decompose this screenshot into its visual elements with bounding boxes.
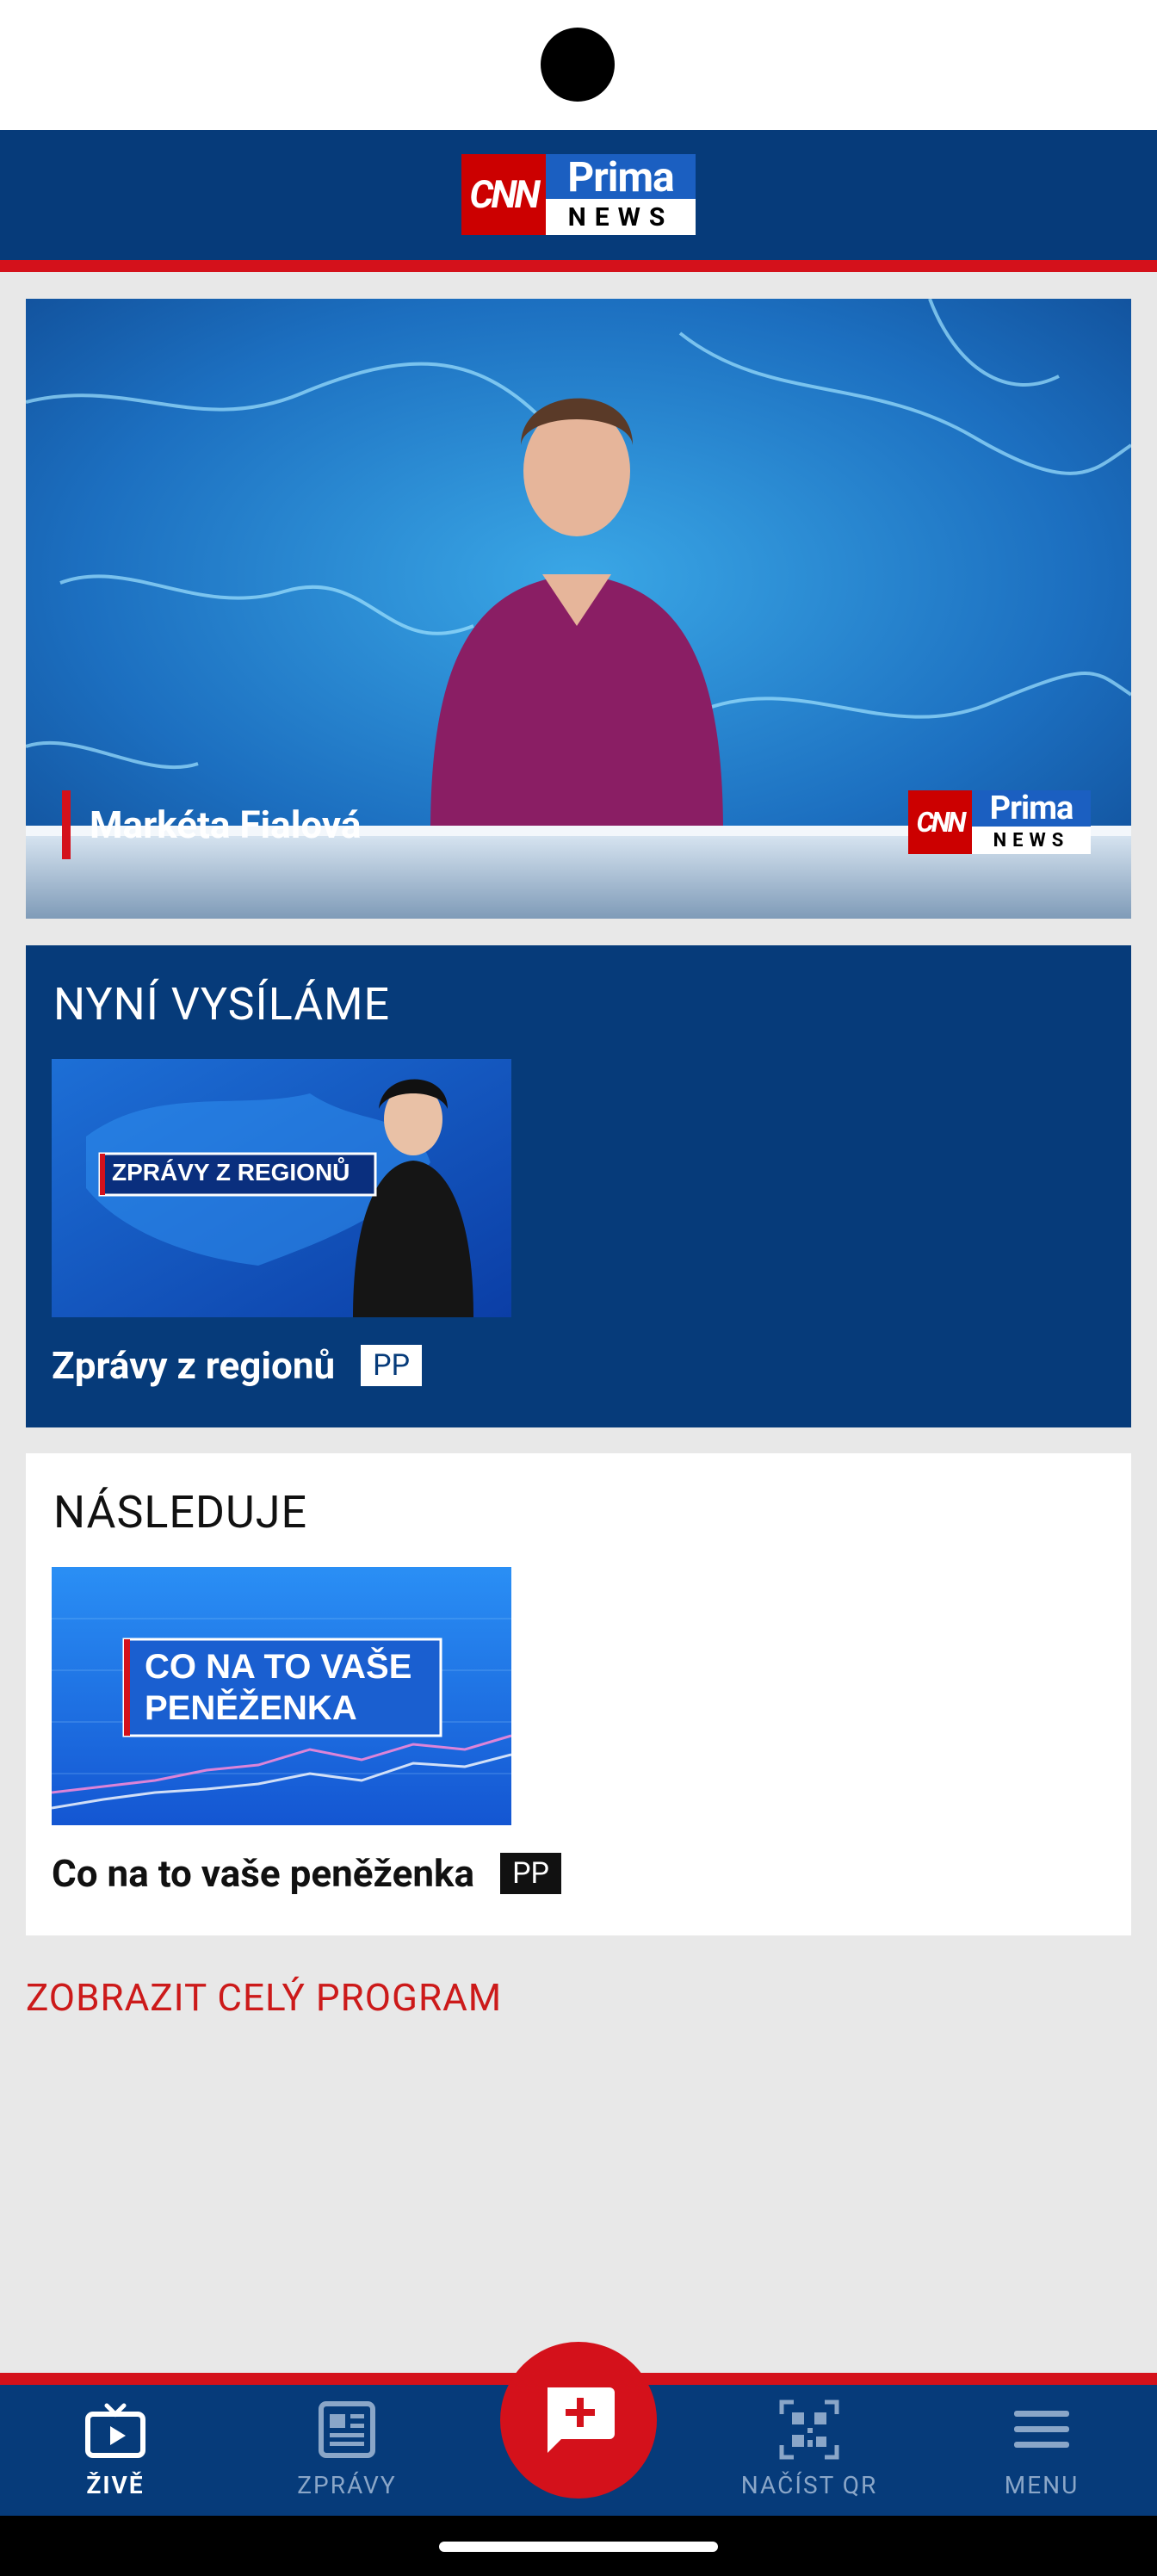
- home-gesture-handle[interactable]: [439, 2542, 718, 2552]
- logo-prima: Prima: [546, 152, 696, 201]
- now-playing-thumbnail-text: ZPRÁVY Z REGIONŮ: [112, 1159, 350, 1186]
- add-message-icon: [548, 2387, 615, 2453]
- now-playing-thumbnail-image: [52, 1059, 511, 1317]
- up-next-heading: NÁSLEDUJE: [53, 1486, 307, 1539]
- qr-code-icon: [778, 2399, 840, 2461]
- watermark-logo-cnn: CNN: [908, 790, 972, 854]
- up-next-thumbnail-text-line1: CO NA TO VAŠE: [145, 1648, 412, 1686]
- cnn-prima-news-logo[interactable]: CNN Prima NEWS: [461, 152, 696, 235]
- nav-item-live[interactable]: ŽIVĚ: [29, 2399, 201, 2502]
- status-bar: [0, 0, 1157, 130]
- nav-item-news-label: ZPRÁVY: [297, 2471, 397, 2499]
- tv-icon: [84, 2399, 146, 2461]
- up-next-thumbnail-text-line2: PENĚŽENKA: [145, 1689, 357, 1727]
- now-playing-rating-badge: PP: [361, 1345, 423, 1386]
- now-playing-thumbnail[interactable]: ZPRÁVY Z REGIONŮ: [52, 1059, 511, 1317]
- video-watermark-logo: CNN Prima NEWS: [908, 790, 1091, 854]
- nav-item-menu-label: MENU: [1004, 2471, 1080, 2499]
- logo-cnn: CNN: [461, 154, 546, 235]
- now-playing-heading: NYNÍ VYSÍLÁME: [53, 978, 391, 1031]
- now-playing-card[interactable]: NYNÍ VYSÍLÁME ZPRÁVY Z REGIONŮ Zprávy z …: [26, 945, 1131, 1427]
- show-full-program-link[interactable]: ZOBRAZIT CELÝ PROGRAM: [26, 1975, 502, 2020]
- now-playing-show-title: Zprávy z regionů: [52, 1343, 336, 1388]
- nav-item-scan-qr[interactable]: NAČÍST QR: [723, 2399, 895, 2502]
- up-next-rating-badge: PP: [500, 1853, 561, 1894]
- up-next-show-title: Co na to vaše peněženka: [52, 1851, 475, 1896]
- anchor-name-text: Markéta Fialová: [90, 802, 362, 847]
- hamburger-menu-icon: [1011, 2399, 1073, 2461]
- newspaper-icon: [316, 2399, 378, 2461]
- nav-item-live-label: ŽIVĚ: [86, 2471, 145, 2499]
- add-message-button[interactable]: [500, 2342, 657, 2499]
- lower-third-red-bar: [62, 790, 71, 859]
- nav-item-news[interactable]: ZPRÁVY: [261, 2399, 433, 2502]
- live-video-player[interactable]: Markéta Fialová CNN Prima NEWS: [26, 299, 1131, 919]
- up-next-card[interactable]: NÁSLEDUJE CO NA TO VAŠE PENĚŽENKA Co na …: [26, 1453, 1131, 1935]
- now-playing-show-line: Zprávy z regionů PP: [52, 1343, 423, 1388]
- anchor-name-lower-third: Markéta Fialová: [62, 790, 361, 859]
- nav-item-menu[interactable]: MENU: [956, 2399, 1128, 2502]
- top-bar-red-stripe: [0, 260, 1157, 272]
- up-next-thumbnail[interactable]: CO NA TO VAŠE PENĚŽENKA: [52, 1567, 511, 1825]
- front-camera-cutout: [541, 28, 615, 102]
- up-next-show-line: Co na to vaše peněženka PP: [52, 1851, 561, 1896]
- logo-news: NEWS: [546, 199, 696, 235]
- watermark-logo-prima: Prima: [972, 790, 1091, 827]
- nav-item-scan-qr-label: NAČÍST QR: [740, 2471, 878, 2499]
- up-next-thumbnail-text: CO NA TO VAŠE PENĚŽENKA: [145, 1646, 411, 1729]
- watermark-logo-news: NEWS: [972, 827, 1091, 854]
